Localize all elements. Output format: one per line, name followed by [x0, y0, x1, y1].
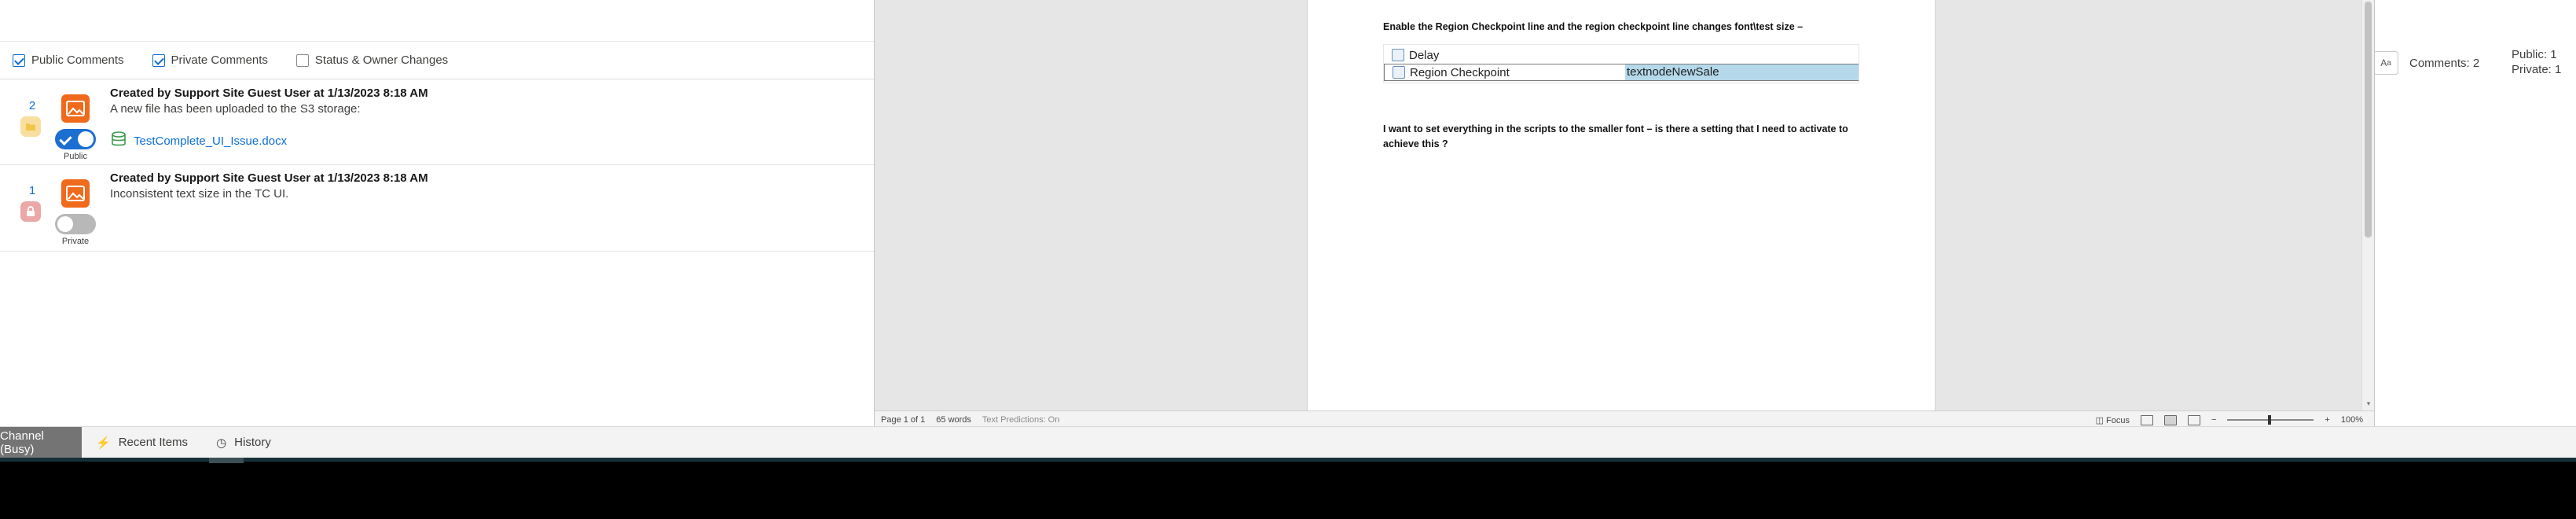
filter-label: Private Comments: [171, 53, 268, 67]
status-owner-changes-checkbox[interactable]: [295, 53, 309, 67]
embedded-screenshot: Delay Region Checkpoint textnodeNewSale: [1383, 44, 1859, 83]
keyword-row-delay: Delay: [1384, 46, 1859, 64]
taskbar: [0, 458, 2576, 519]
keyword-value: textnodeNewSale: [1625, 64, 1859, 80]
attachment-name[interactable]: TestComplete_UI_Issue.docx: [134, 134, 287, 148]
read-mode-icon[interactable]: [2140, 414, 2153, 425]
public-toggle[interactable]: [55, 129, 96, 149]
comment-author-line: Created by Support Site Guest User at 1/…: [110, 171, 428, 185]
taskbar-edge: [0, 458, 2576, 462]
zoom-slider[interactable]: [2227, 415, 2314, 425]
zoom-slider-thumb[interactable]: [2268, 415, 2272, 425]
filter-private-comments[interactable]: Private Comments: [152, 53, 268, 67]
comment-body: A new file has been uploaded to the S3 s…: [110, 102, 361, 116]
keyword-row-region-checkpoint: Region Checkpoint textnodeNewSale: [1384, 64, 1859, 81]
focus-button[interactable]: ◫ Focus: [2096, 415, 2130, 425]
avatar[interactable]: [61, 94, 90, 123]
screen: Public Comments Private Comments Status …: [0, 0, 2576, 519]
document-paragraph: Enable the Region Checkpoint line and th…: [1383, 21, 1804, 32]
comment-author-line: Created by Support Site Guest User at 1/…: [110, 86, 428, 100]
comment-body: Inconsistent text size in the TC UI.: [110, 187, 289, 201]
scroll-down-icon[interactable]: ▾: [2365, 399, 2372, 407]
toggle-knob: [78, 131, 94, 147]
font-size-icon[interactable]: Aa: [2373, 51, 2398, 75]
focus-label: Focus: [2106, 415, 2130, 425]
taskbar-indicator: [209, 458, 244, 463]
filter-public-comments[interactable]: Public Comments: [13, 53, 124, 67]
lightning-icon: ⚡: [96, 436, 111, 450]
public-count: Public: 1: [2512, 48, 2557, 61]
zoom-out-icon[interactable]: −: [2211, 415, 2216, 425]
web-layout-icon[interactable]: [2187, 414, 2200, 425]
text-predictions[interactable]: Text Predictions: On: [982, 415, 1059, 425]
comments-count: Comments: 2: [2409, 56, 2480, 70]
utility-label: Channel (Busy): [0, 429, 44, 456]
attachment-link[interactable]: TestComplete_UI_Issue.docx: [110, 131, 287, 151]
filter-label: Status & Owner Changes: [314, 53, 449, 67]
checkpoint-icon: [1393, 66, 1405, 79]
comment-summary: Aa Comments: 2: [2373, 47, 2479, 79]
comment-filter-bar: Public Comments Private Comments Status …: [0, 42, 874, 79]
document-page[interactable]: Enable the Region Checkpoint line and th…: [1307, 0, 1936, 410]
file-icon: [110, 131, 127, 151]
filter-status-owner-changes[interactable]: Status & Owner Changes: [295, 53, 449, 67]
vertical-scrollbar[interactable]: ▾: [2361, 0, 2374, 410]
visibility-counts: Public: 1 Private: 1: [2512, 47, 2561, 77]
utility-item-history[interactable]: ◷ History: [202, 427, 285, 458]
lock-icon: [20, 201, 41, 222]
utility-label: History: [234, 436, 271, 449]
avatar[interactable]: [61, 179, 90, 208]
zoom-in-icon[interactable]: +: [2325, 415, 2329, 425]
utility-item-recent-items[interactable]: ⚡ Recent Items: [82, 427, 202, 458]
private-comments-checkbox[interactable]: [152, 53, 165, 67]
print-layout-icon[interactable]: [2163, 414, 2177, 425]
keyword-label: Delay: [1409, 48, 1440, 62]
comment-number: 2: [28, 99, 36, 112]
delay-icon: [1392, 49, 1404, 61]
toggle-knob: [57, 216, 73, 232]
comment-number: 1: [28, 184, 36, 197]
utility-label: Recent Items: [118, 436, 189, 449]
clock-icon: ◷: [216, 436, 227, 450]
document-paragraph: I want to set everything in the scripts …: [1383, 123, 1848, 149]
word-count[interactable]: 65 words: [936, 415, 971, 425]
folder-icon: [20, 116, 41, 137]
keyword-label: Region Checkpoint: [1410, 65, 1510, 79]
toggle-label: Public: [64, 152, 87, 161]
word-document-window: Enable the Region Checkpoint line and th…: [874, 0, 2375, 429]
private-count: Private: 1: [2512, 63, 2562, 76]
scrollbar-thumb[interactable]: [2365, 2, 2372, 237]
toggle-label: Private: [61, 237, 90, 246]
zoom-level[interactable]: 100%: [2341, 415, 2363, 425]
page-indicator[interactable]: Page 1 of 1: [881, 415, 925, 425]
public-comments-checkbox[interactable]: [13, 53, 25, 67]
utility-bar: Channel (Busy) ⚡ Recent Items ◷ History: [0, 426, 2576, 458]
comment-item: 1 Private Created by Support Site Guest …: [0, 165, 874, 252]
private-toggle[interactable]: [55, 214, 96, 234]
comment-item: 2 Public Created by Support Site Guest U…: [0, 80, 874, 165]
filter-label: Public Comments: [31, 53, 124, 67]
utility-item-channel[interactable]: Channel (Busy): [0, 427, 82, 458]
